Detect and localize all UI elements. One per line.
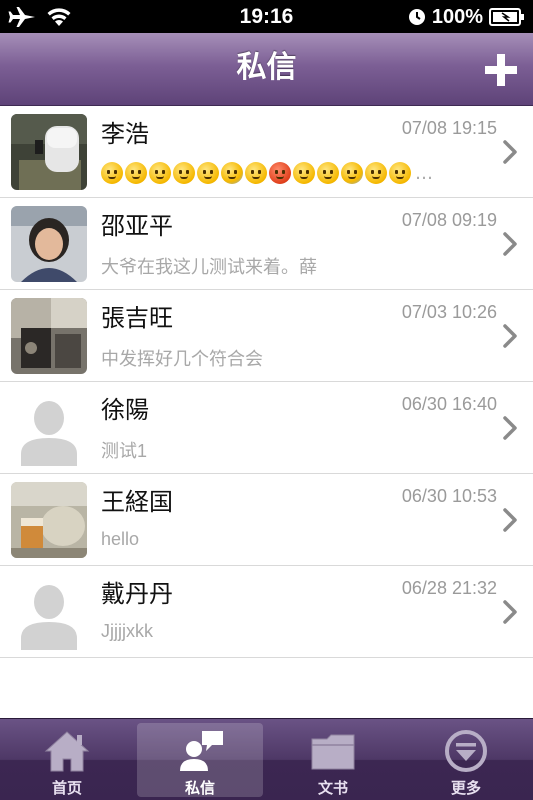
- sender-name: 王経国: [101, 488, 173, 516]
- message-preview: 测试1: [101, 441, 148, 461]
- message-time: 07/08 09:19: [401, 210, 497, 230]
- battery-percent: 100%: [431, 5, 483, 28]
- emoji-icon: [173, 162, 195, 184]
- chevron-right-icon: [503, 324, 517, 348]
- emoji-icon: [149, 162, 171, 184]
- tab-label: 首页: [51, 779, 82, 797]
- tab-label: 文书: [317, 779, 348, 797]
- emoji-icon: [245, 162, 267, 184]
- page-title: 私信: [236, 50, 297, 85]
- tab-label: 更多: [450, 779, 481, 797]
- message-preview: Jjjjjxkk: [101, 621, 153, 641]
- emoji-icon: [365, 162, 387, 184]
- emoji-icon: [221, 162, 243, 184]
- emoji-icon: [293, 162, 315, 184]
- emoji-icon: [341, 162, 363, 184]
- avatar: [11, 206, 87, 282]
- home-icon: [44, 731, 90, 772]
- emoji-icon: [125, 162, 147, 184]
- message-row[interactable]: 邵亚平 07/08 09:19 大爷在我这儿测试来着。薛: [0, 198, 533, 290]
- sender-name: 戴丹丹: [101, 580, 173, 608]
- message-row[interactable]: 戴丹丹 06/28 21:32 Jjjjjxkk: [0, 566, 533, 658]
- avatar: [11, 390, 87, 466]
- emoji-ellipsis: …: [415, 162, 433, 184]
- emoji-icon: [317, 162, 339, 184]
- folder-icon: [311, 734, 355, 770]
- avatar: [11, 574, 87, 650]
- message-preview: 大爷在我这儿测试来着。薛: [101, 257, 317, 277]
- clock-icon: [408, 9, 425, 25]
- emoji-preview: …: [101, 162, 433, 184]
- sender-name: 張吉旺: [101, 304, 173, 332]
- emoji-icon: [389, 162, 411, 184]
- message-time: 06/30 10:53: [401, 486, 497, 506]
- message-row[interactable]: 王経国 06/30 10:53 hello: [0, 474, 533, 566]
- tab-more[interactable]: 更多: [403, 723, 529, 797]
- sender-name: 李浩: [101, 120, 149, 148]
- avatar: [11, 482, 87, 558]
- nav-bar: 私信: [0, 33, 533, 106]
- plus-icon[interactable]: [481, 50, 521, 90]
- avatar: [11, 114, 87, 190]
- status-right: 100%: [408, 5, 525, 29]
- message-time: 06/28 21:32: [401, 578, 497, 598]
- avatar: [11, 298, 87, 374]
- tab-messages[interactable]: 私信: [137, 723, 263, 797]
- message-icon: [180, 731, 223, 771]
- tab-documents[interactable]: 文书: [270, 723, 396, 797]
- emoji-icon: [197, 162, 219, 184]
- chevron-right-icon: [503, 140, 517, 164]
- more-icon: [445, 730, 487, 772]
- chevron-right-icon: [503, 508, 517, 532]
- tab-home[interactable]: 首页: [4, 723, 130, 797]
- message-row[interactable]: 張吉旺 07/03 10:26 中发挥好几个符合会: [0, 290, 533, 382]
- status-bar: 19:16 100%: [0, 0, 533, 33]
- chevron-right-icon: [503, 416, 517, 440]
- message-preview: 中发挥好几个符合会: [101, 349, 263, 369]
- sender-name: 邵亚平: [101, 212, 173, 240]
- message-row[interactable]: 徐陽 06/30 16:40 测试1: [0, 382, 533, 474]
- message-row[interactable]: 李浩 07/08 19:15 …: [0, 106, 533, 198]
- emoji-icon: [269, 162, 291, 184]
- message-time: 07/08 19:15: [401, 118, 497, 138]
- chevron-right-icon: [503, 232, 517, 256]
- tab-label: 私信: [184, 779, 215, 797]
- battery-icon: [489, 8, 524, 26]
- sender-name: 徐陽: [101, 396, 149, 424]
- chevron-right-icon: [503, 600, 517, 624]
- message-time: 07/03 10:26: [401, 302, 497, 322]
- emoji-icon: [101, 162, 123, 184]
- tab-bar: 首页 私信 文书 更多: [0, 718, 533, 800]
- message-preview: hello: [101, 529, 140, 549]
- message-time: 06/30 16:40: [401, 394, 497, 414]
- message-list: 李浩 07/08 19:15 … 邵亚平 07/08 09:19 大爷在我这儿测…: [0, 106, 533, 658]
